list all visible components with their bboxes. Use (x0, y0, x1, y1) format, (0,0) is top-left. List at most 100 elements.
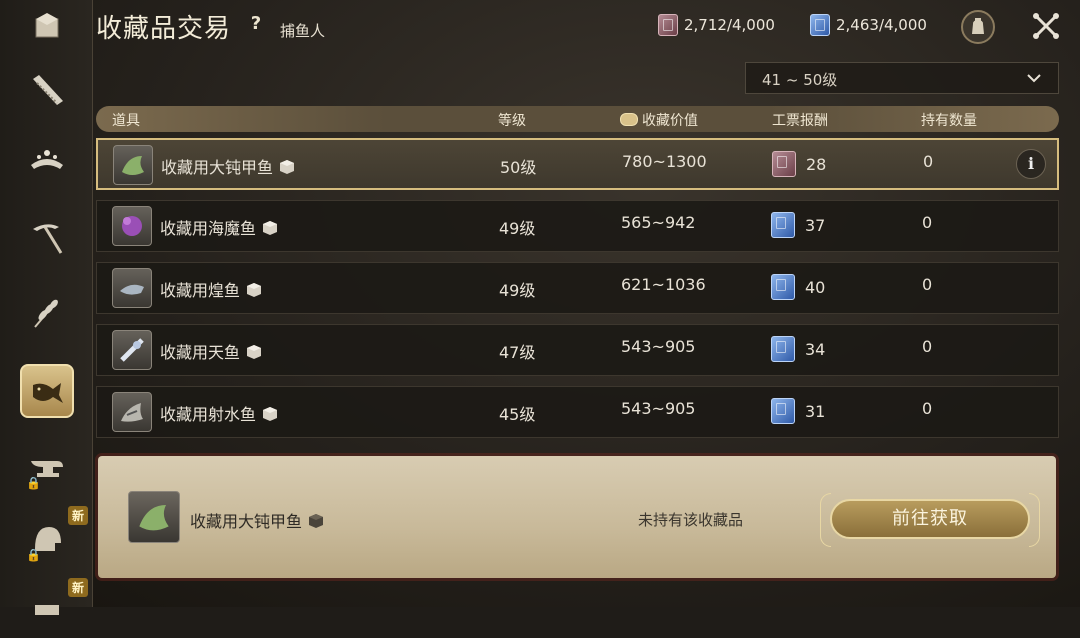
item-icon (112, 268, 152, 308)
red-ticket-icon (772, 151, 796, 177)
chevron-down-icon (1027, 74, 1041, 83)
currency-amount: 2,712/4,000 (684, 16, 775, 34)
info-button[interactable]: i (1016, 149, 1046, 179)
table-header: 道具 等级 收藏价值 工票报酬 持有数量 (96, 106, 1059, 132)
item-reward: 40 (771, 274, 825, 300)
collectable-cube-icon (280, 160, 295, 174)
item-name: 收藏用海魔鱼 (160, 215, 278, 239)
shop-button[interactable] (961, 10, 995, 44)
blue-ticket-icon (771, 274, 795, 300)
item-owned: 0 (922, 337, 933, 356)
blue-ticket-icon (771, 212, 795, 238)
currency-amount: 2,463/4,000 (836, 16, 927, 34)
detail-panel: 收藏用大钝甲鱼 未持有该收藏品 前往获取 (98, 456, 1056, 578)
sidebar-item-goldsmith[interactable] (20, 132, 74, 186)
detail-item-name: 收藏用大钝甲鱼 (190, 508, 324, 532)
sidebar-item-blacksmith[interactable]: 🔒 (20, 440, 74, 494)
item-reward: 34 (771, 336, 825, 362)
lock-icon: 🔒 (26, 476, 41, 490)
tiara-icon (31, 150, 63, 169)
pickaxe-icon (33, 224, 63, 254)
page-title: 收藏品交易 (96, 14, 232, 44)
item-icon (112, 330, 152, 370)
job-subtitle: 捕鱼人 (280, 22, 326, 40)
wheat-icon (34, 299, 58, 328)
help-button[interactable]: ? (244, 12, 268, 36)
lock-icon: 🔒 (26, 548, 41, 562)
table-row[interactable]: 收藏用大钝甲鱼 50级 780~1300 28 0 i (96, 138, 1059, 190)
item-owned: 0 (923, 152, 934, 171)
crate-icon (35, 13, 59, 38)
col-level: 等级 (498, 113, 526, 129)
item-level: 50级 (500, 158, 537, 177)
item-name: 收藏用射水鱼 (160, 401, 278, 425)
fish-icon (121, 403, 143, 422)
blue-ticket-icon (810, 14, 830, 36)
sidebar-item-miner[interactable] (20, 210, 74, 264)
currency-red: 2,712/4,000 (658, 14, 775, 36)
col-item: 道具 (112, 113, 140, 129)
table-row[interactable]: 收藏用射水鱼 45级 543~905 31 0 (96, 386, 1059, 438)
item-value: 565~942 (621, 213, 696, 232)
item-level: 49级 (499, 219, 536, 238)
col-reward: 工票报酬 (772, 113, 828, 129)
red-ticket-icon (658, 14, 678, 36)
sidebar-item-armorer[interactable]: 🔒 新 (20, 506, 88, 566)
close-button[interactable] (1030, 10, 1062, 42)
item-owned: 0 (922, 213, 933, 232)
item-reward: 28 (772, 151, 826, 177)
item-value: 543~905 (621, 337, 696, 356)
item-owned: 0 (922, 275, 933, 294)
fish-icon (33, 383, 63, 403)
level-filter-dropdown[interactable]: 41 ~ 50级 (745, 62, 1059, 94)
item-name: 收藏用煌鱼 (160, 277, 262, 301)
item-level: 47级 (499, 343, 536, 362)
new-badge: 新 (67, 578, 88, 597)
blue-ticket-icon (771, 336, 795, 362)
collectable-cube-icon (247, 283, 262, 297)
col-owned: 持有数量 (921, 113, 977, 129)
item-icon (112, 392, 152, 432)
collectable-cube-icon (263, 407, 278, 421)
new-badge: 新 (67, 506, 88, 525)
category-sidebar: 🔒 🔒 新 新 (0, 0, 93, 615)
currency-blue: 2,463/4,000 (810, 14, 927, 36)
fish-icon (120, 284, 144, 295)
item-icon (112, 206, 152, 246)
item-name: 收藏用天鱼 (160, 339, 262, 363)
go-obtain-button[interactable]: 前往获取 (820, 493, 1040, 547)
item-value: 543~905 (621, 399, 696, 418)
cook-icon (35, 605, 59, 615)
item-value: 780~1300 (622, 152, 707, 171)
blue-ticket-icon (771, 398, 795, 424)
item-level: 45级 (499, 405, 536, 424)
coin-icon (620, 113, 638, 126)
item-level: 49级 (499, 281, 536, 300)
sidebar-item-culinarian[interactable]: 新 (20, 578, 88, 638)
col-value: 收藏价值 (620, 110, 698, 130)
dropdown-value: 41 ~ 50级 (762, 71, 838, 89)
table-row[interactable]: 收藏用海魔鱼 49级 565~942 37 0 (96, 200, 1059, 252)
table-row[interactable]: 收藏用煌鱼 49级 621~1036 40 0 (96, 262, 1059, 314)
collectable-cube-icon (263, 221, 278, 235)
sidebar-item-crafting[interactable] (20, 0, 74, 54)
sidebar-item-botanist[interactable] (20, 286, 74, 340)
collectable-cube-icon (309, 514, 324, 528)
fish-icon (122, 216, 142, 236)
item-name: 收藏用大钝甲鱼 (161, 154, 295, 178)
item-reward: 37 (771, 212, 825, 238)
sidebar-item-carpenter[interactable] (20, 62, 74, 116)
item-reward: 31 (771, 398, 825, 424)
saw-icon (33, 75, 63, 105)
close-icon (1033, 13, 1059, 39)
fish-icon (122, 156, 144, 175)
detail-status: 未持有该收藏品 (638, 511, 744, 529)
fish-icon (139, 505, 169, 531)
item-value: 621~1036 (621, 275, 706, 294)
fish-icon (120, 338, 144, 362)
item-icon (113, 145, 153, 185)
sidebar-item-fisher[interactable] (20, 364, 74, 418)
bag-icon (972, 18, 984, 34)
detail-item-icon (128, 491, 180, 543)
table-row[interactable]: 收藏用天鱼 47级 543~905 34 0 (96, 324, 1059, 376)
